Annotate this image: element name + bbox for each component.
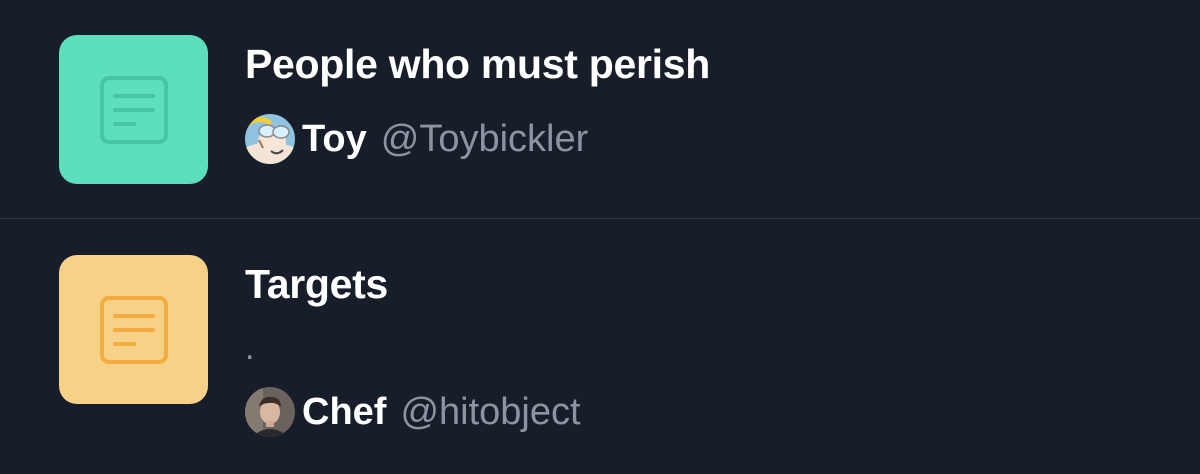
cartoon-avatar-icon: [245, 114, 295, 164]
list-item[interactable]: People who must perish Toy @Toybickler: [0, 0, 1200, 218]
list-thumbnail: [59, 255, 208, 404]
list-item[interactable]: Targets . Chef @hitobject: [0, 219, 1200, 474]
list-thumbnail: [59, 35, 208, 184]
avatar[interactable]: [245, 114, 295, 164]
list-description: .: [245, 329, 255, 367]
owner-name[interactable]: Chef: [302, 391, 386, 434]
avatar[interactable]: [245, 387, 295, 437]
list-title: Targets: [245, 261, 388, 307]
list-title: People who must perish: [245, 41, 710, 87]
list-document-icon: [99, 75, 168, 144]
list-owner: Chef @hitobject: [245, 386, 581, 438]
owner-handle[interactable]: @Toybickler: [381, 118, 589, 161]
owner-name[interactable]: Toy: [302, 118, 367, 161]
lists-list: People who must perish Toy @Toybickler T…: [0, 0, 1200, 474]
list-document-icon: [99, 295, 168, 364]
owner-handle[interactable]: @hitobject: [400, 391, 580, 434]
list-owner: Toy @Toybickler: [245, 113, 588, 165]
photo-avatar-icon: [245, 387, 295, 437]
